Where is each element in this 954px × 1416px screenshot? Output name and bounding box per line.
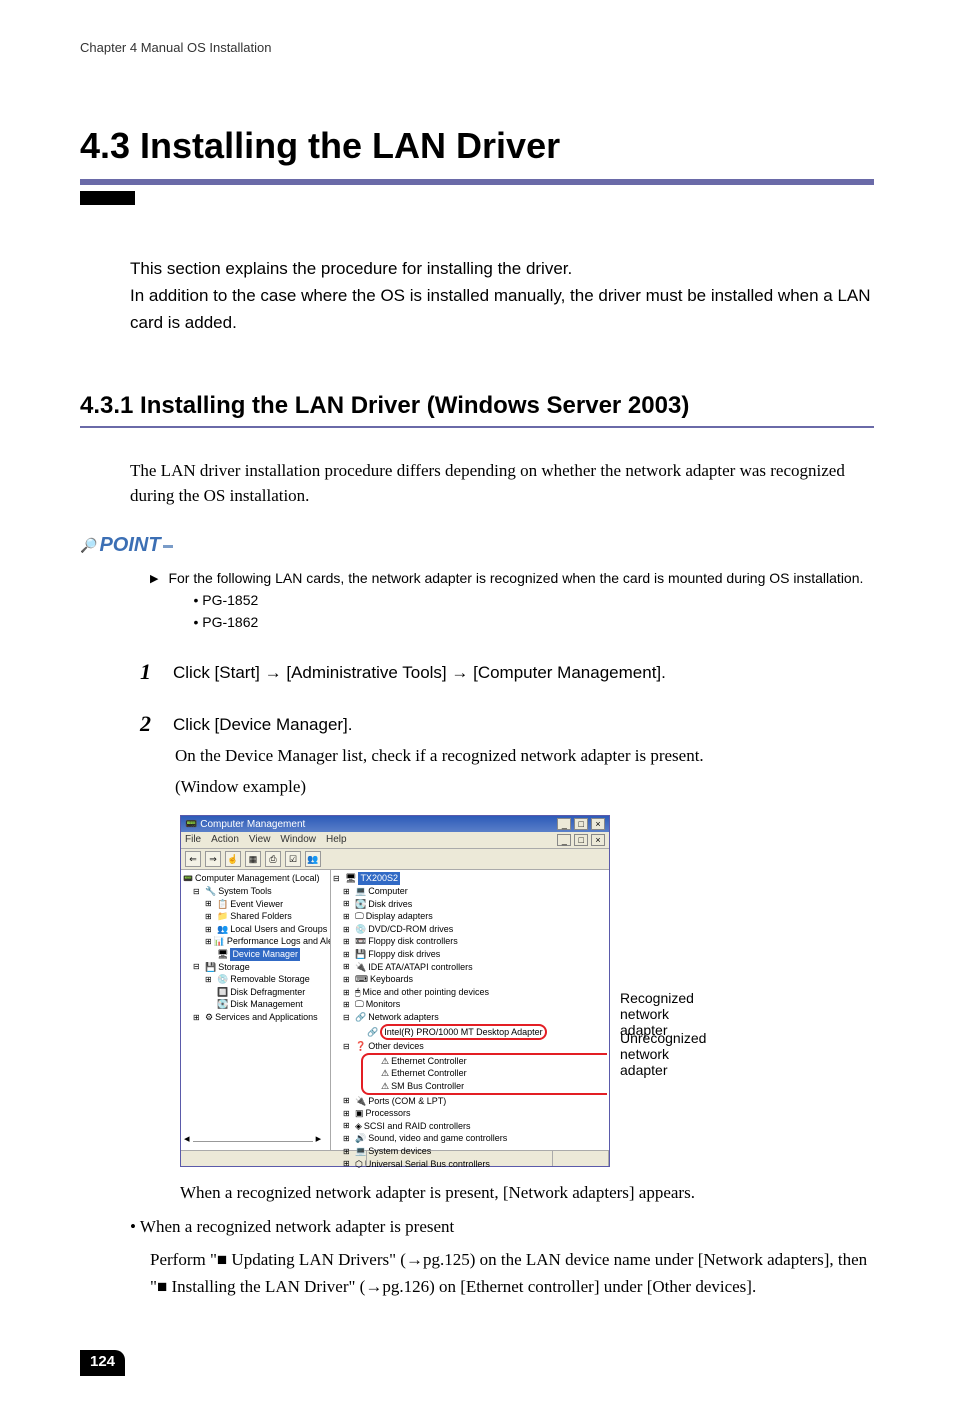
body-text: The LAN driver installation procedure di… bbox=[130, 458, 874, 509]
menu-window[interactable]: Window bbox=[280, 834, 316, 846]
people-icon[interactable]: 👥 bbox=[305, 851, 321, 867]
chapter-header: Chapter 4 Manual OS Installation bbox=[80, 40, 874, 55]
annotation-unrecognized: Unrecognizednetwork adapter bbox=[620, 1030, 710, 1078]
intro-line1: This section explains the procedure for … bbox=[130, 259, 572, 278]
properties-icon[interactable]: ☑ bbox=[285, 851, 301, 867]
view-icon[interactable]: ▦ bbox=[245, 851, 261, 867]
cm-title-text: 📟 Computer Management bbox=[185, 819, 305, 830]
point-sub1: • PG-1852 bbox=[193, 589, 863, 611]
step-2-sub2: (Window example) bbox=[175, 773, 874, 800]
close-icon[interactable]: × bbox=[591, 818, 605, 830]
cm-body: 📟Computer Management (Local) ⊟🔧System To… bbox=[181, 870, 609, 1150]
triangle-bullet-icon: ▶ bbox=[150, 571, 158, 589]
unrecognized-ec2[interactable]: ⚠Ethernet Controller bbox=[361, 1067, 607, 1080]
point-content: ▶ For the following LAN cards, the netwo… bbox=[150, 567, 874, 634]
screenshot-container: 📟 Computer Management _ □ × File Action … bbox=[180, 815, 710, 1167]
intro-line2: In addition to the case where the OS is … bbox=[130, 286, 871, 332]
cm-toolbar: ⇐ ⇒ ☝ ▦ ⎙ ☑ 👥 bbox=[181, 849, 609, 870]
unrecognized-ec1[interactable]: ⚠Ethernet Controller bbox=[361, 1053, 607, 1068]
step-2-text: Click [Device Manager]. bbox=[173, 711, 353, 738]
step-2: 2 Click [Device Manager]. bbox=[140, 711, 874, 738]
present-bullet: • When a recognized network adapter is p… bbox=[130, 1213, 874, 1240]
step-1-text: Click [Start] → [Administrative Tools] →… bbox=[173, 659, 666, 686]
point-bullet-text: For the following LAN cards, the network… bbox=[168, 567, 863, 634]
heading-accent-bar bbox=[80, 191, 135, 205]
page-footer: 124 bbox=[80, 1350, 874, 1376]
cm-menubar: File Action View Window Help _ □ × bbox=[181, 832, 609, 849]
cm-left-tree[interactable]: 📟Computer Management (Local) ⊟🔧System To… bbox=[181, 870, 331, 1150]
point-underline bbox=[163, 542, 173, 548]
recognized-adapter-item[interactable]: 🔗Intel(R) PRO/1000 MT Desktop Adapter bbox=[333, 1024, 607, 1041]
step-1: 1 Click [Start] → [Administrative Tools]… bbox=[140, 659, 874, 686]
minimize-icon[interactable]: _ bbox=[557, 818, 571, 830]
menu-help[interactable]: Help bbox=[326, 834, 347, 846]
menu-view[interactable]: View bbox=[249, 834, 271, 846]
menu-action[interactable]: Action bbox=[211, 834, 239, 846]
point-label: 🔎 POINT bbox=[80, 534, 874, 557]
sub-heading: 4.3.1 Installing the LAN Driver (Windows… bbox=[80, 392, 874, 428]
maximize-icon[interactable]: □ bbox=[574, 818, 588, 830]
cm-titlebar: 📟 Computer Management _ □ × bbox=[181, 816, 609, 832]
child-minimize-icon[interactable]: _ bbox=[557, 834, 571, 846]
window-controls: _ □ × bbox=[557, 818, 605, 830]
print-icon[interactable]: ⎙ bbox=[265, 851, 281, 867]
present-text: Perform "■ Updating LAN Drivers" (→pg.12… bbox=[150, 1246, 874, 1300]
main-heading: 4.3 Installing the LAN Driver bbox=[80, 125, 874, 185]
child-window-controls: _ □ × bbox=[557, 834, 605, 846]
cm-right-tree[interactable]: ⊟🖥TX200S2 ⊞💻Computer ⊞💽Disk drives ⊞🖵Dis… bbox=[331, 870, 609, 1150]
magnifier-icon: 🔎 bbox=[80, 537, 97, 554]
intro-paragraph: This section explains the procedure for … bbox=[130, 255, 874, 337]
unrecognized-smbus[interactable]: ⚠SM Bus Controller bbox=[361, 1080, 607, 1095]
up-folder-icon[interactable]: ☝ bbox=[225, 851, 241, 867]
below-screenshot-text: When a recognized network adapter is pre… bbox=[180, 1179, 874, 1206]
nav-back-icon[interactable]: ⇐ bbox=[185, 851, 201, 867]
computer-management-window: 📟 Computer Management _ □ × File Action … bbox=[180, 815, 610, 1167]
cm-statusbar bbox=[181, 1150, 609, 1166]
nav-forward-icon[interactable]: ⇒ bbox=[205, 851, 221, 867]
child-maximize-icon[interactable]: □ bbox=[574, 834, 588, 846]
step-2-sub1: On the Device Manager list, check if a r… bbox=[175, 742, 874, 769]
child-close-icon[interactable]: × bbox=[591, 834, 605, 846]
step-1-num: 1 bbox=[140, 659, 158, 686]
point-sub2: • PG-1862 bbox=[193, 611, 863, 633]
main-heading-container: 4.3 Installing the LAN Driver bbox=[80, 125, 874, 205]
page-number: 124 bbox=[80, 1350, 125, 1376]
menu-file[interactable]: File bbox=[185, 834, 201, 846]
step-2-num: 2 bbox=[140, 711, 158, 738]
point-text: POINT bbox=[99, 534, 160, 557]
